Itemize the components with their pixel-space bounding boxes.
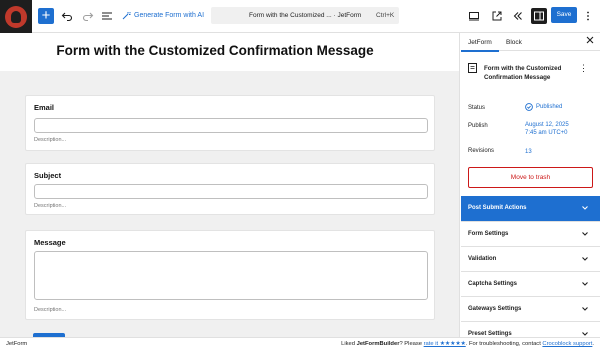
command-shortcut: Ctrl+K	[376, 12, 395, 19]
subject-input[interactable]	[34, 184, 428, 199]
options-menu-button[interactable]	[580, 8, 596, 24]
panel-form-settings[interactable]: Form Settings	[461, 221, 600, 246]
save-button[interactable]: Save	[551, 7, 577, 23]
panel-title: Validation	[468, 256, 497, 262]
close-sidebar-button[interactable]	[586, 36, 594, 47]
chevron-down-icon	[582, 282, 588, 286]
notice-text: ? Please	[399, 341, 424, 347]
revisions-label: Revisions	[468, 148, 495, 154]
document-overview-button[interactable]	[99, 8, 115, 24]
desktop-icon	[469, 12, 479, 21]
panel-preset-settings[interactable]: Preset Settings	[461, 321, 600, 337]
message-field-block[interactable]: Message Description...	[25, 230, 435, 320]
canvas-header: Form with the Customized Confirmation Me…	[0, 33, 459, 71]
site-logo[interactable]	[0, 0, 32, 33]
chevron-down-icon	[582, 232, 588, 236]
editor-footer: JetForm Liked JetFormBuilder? Please rat…	[0, 337, 600, 350]
logo-icon	[5, 5, 27, 28]
rate-link[interactable]: rate it ★★★★★	[424, 341, 466, 347]
tab-jetform[interactable]: JetForm	[461, 39, 499, 52]
chevron-down-icon	[582, 332, 588, 336]
message-textarea[interactable]	[34, 251, 428, 300]
list-view-icon	[102, 12, 112, 20]
device-preview-button[interactable]	[466, 8, 482, 24]
field-description: Description...	[34, 203, 67, 209]
field-description: Description...	[34, 137, 67, 143]
publish-time: 7:45 am UTC+0	[525, 130, 568, 137]
settings-sidebar: JetForm Block Form with the Customized C…	[461, 33, 600, 337]
panel-title: Form Settings	[468, 231, 509, 237]
redo-icon	[82, 12, 94, 22]
chevrons-left-icon	[513, 12, 522, 20]
sidebar-icon	[534, 11, 544, 21]
editor-canvas: Form with the Customized Confirmation Me…	[0, 33, 460, 337]
post-title: Form with the Customized Confirmation Me…	[484, 65, 562, 82]
field-label: Email	[34, 103, 55, 112]
panel-title: Post Submit Actions	[468, 205, 527, 211]
undo-button[interactable]	[59, 8, 75, 24]
notice-text: Liked	[341, 341, 357, 347]
external-link-icon	[492, 11, 502, 21]
status-value-button[interactable]: Published	[525, 103, 563, 112]
magic-wand-icon	[122, 12, 131, 20]
chevron-down-icon	[582, 257, 588, 261]
add-block-button[interactable]: +	[38, 8, 54, 24]
publish-label: Publish	[468, 123, 488, 129]
rating-notice: Liked JetFormBuilder? Please rate it ★★★…	[341, 341, 594, 347]
chevron-down-icon	[582, 307, 588, 311]
panel-title: Captcha Settings	[468, 281, 518, 287]
status-label: Status	[468, 105, 486, 111]
post-actions-menu[interactable]: ⋮	[579, 63, 588, 74]
panel-captcha-settings[interactable]: Captcha Settings	[461, 271, 600, 296]
sidebar-tabs: JetForm Block	[461, 33, 600, 52]
field-label: Message	[34, 238, 66, 247]
publish-date-button[interactable]: August 12, 2025 7:45 am UTC+0	[525, 121, 569, 138]
publish-date: August 12, 2025	[525, 122, 569, 128]
editor-toolbar: + Generate Form with AI Form with the Cu…	[0, 0, 600, 33]
close-icon	[586, 36, 594, 44]
subject-field-block[interactable]: Subject Description...	[25, 163, 435, 215]
email-input[interactable]	[34, 118, 428, 133]
email-field-block[interactable]: Email Description...	[25, 95, 435, 151]
panel-validation[interactable]: Validation	[461, 246, 600, 271]
move-to-trash-button[interactable]: Move to trash	[468, 167, 593, 188]
chevron-down-icon	[582, 206, 588, 210]
document-title-bar[interactable]: Form with the Customized ... · JetForm C…	[211, 7, 399, 24]
panel-post-submit-actions[interactable]: Post Submit Actions	[461, 196, 600, 221]
redo-button[interactable]	[80, 8, 96, 24]
panel-title: Gateways Settings	[468, 306, 522, 312]
support-link[interactable]: Crocoblock support	[542, 341, 592, 347]
generate-form-ai-label: Generate Form with AI	[134, 12, 205, 19]
undo-icon	[61, 12, 73, 22]
plugin-name: JetFormBuilder	[356, 341, 400, 347]
document-title: Form with the Customized ... · JetForm	[249, 12, 362, 19]
vertical-ellipsis-icon	[587, 11, 589, 21]
view-post-button[interactable]	[489, 8, 505, 24]
generate-form-ai-button[interactable]: Generate Form with AI	[122, 11, 204, 20]
settings-sidebar-toggle[interactable]	[531, 8, 547, 24]
field-label: Subject	[34, 171, 62, 180]
status-value: Published	[536, 104, 563, 110]
page-title[interactable]: Form with the Customized Confirmation Me…	[0, 43, 430, 58]
breadcrumb[interactable]: JetForm	[6, 341, 27, 347]
notice-text: .	[592, 341, 594, 347]
field-description: Description...	[34, 307, 67, 313]
tab-block[interactable]: Block	[506, 39, 522, 46]
revisions-link[interactable]: 13	[525, 148, 532, 156]
published-check-icon	[525, 103, 533, 112]
notice-text: . For troubleshooting, contact	[465, 341, 543, 347]
collapse-panels-button[interactable]	[510, 8, 526, 24]
panel-gateways-settings[interactable]: Gateways Settings	[461, 296, 600, 321]
post-icon	[468, 63, 477, 73]
